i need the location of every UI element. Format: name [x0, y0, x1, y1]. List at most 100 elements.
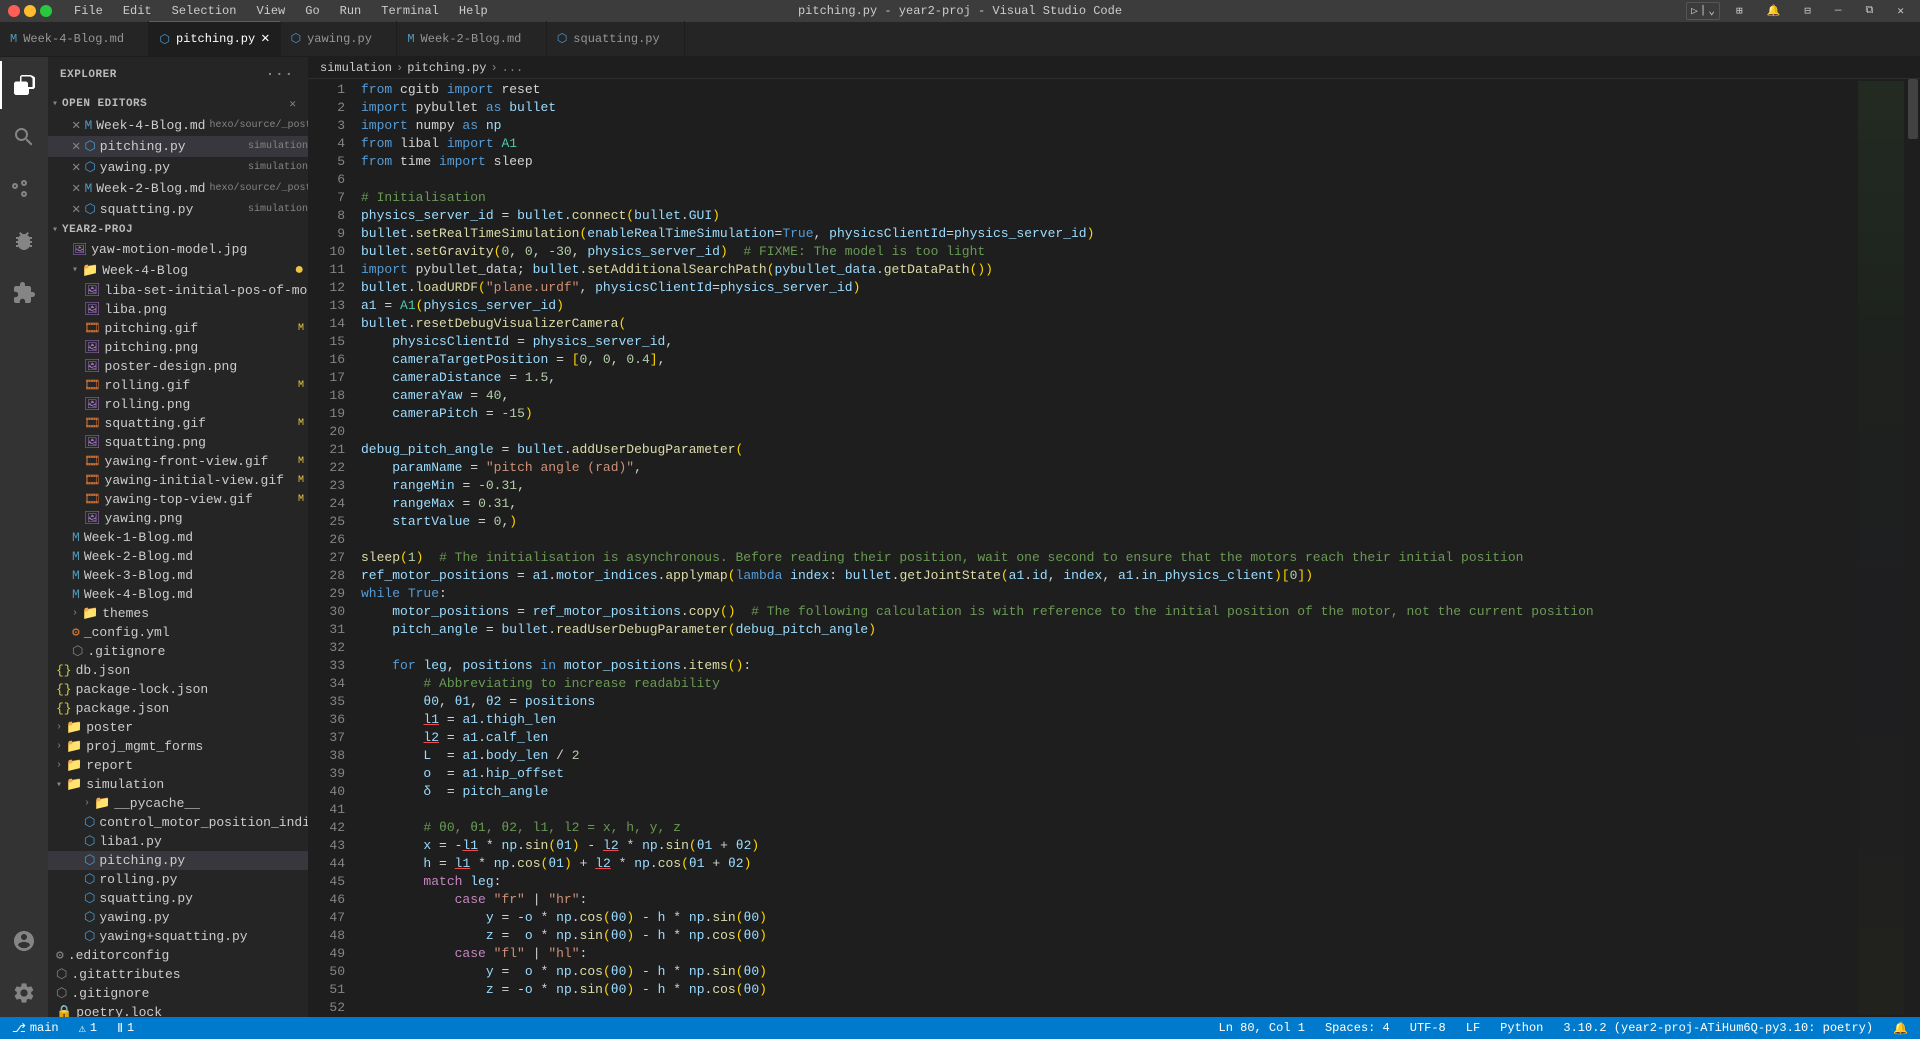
- menu-terminal[interactable]: Terminal: [375, 4, 445, 18]
- activity-search[interactable]: [0, 113, 48, 161]
- status-errors[interactable]: ⚠ 1: [75, 1021, 101, 1036]
- project-header[interactable]: YEAR2-PROJ: [48, 220, 308, 240]
- minimize-window-btn[interactable]: [24, 5, 36, 17]
- activity-debug[interactable]: [0, 217, 48, 265]
- breadcrumb-simulation[interactable]: simulation: [320, 61, 392, 75]
- folder-pycache[interactable]: 📁 __pycache__: [48, 794, 308, 813]
- close-icon-week4[interactable]: ✕: [72, 117, 80, 134]
- menu-file[interactable]: File: [68, 4, 109, 18]
- activity-settings[interactable]: [0, 969, 48, 1017]
- folder-report[interactable]: 📁 report: [48, 756, 308, 775]
- code-editor[interactable]: from cgitb import reset import pybullet …: [353, 79, 1856, 1017]
- folder-proj-mgmt[interactable]: 📁 proj_mgmt_forms: [48, 737, 308, 756]
- file-week4-blog-md[interactable]: M Week-4-Blog.md: [48, 585, 308, 604]
- status-warnings[interactable]: Ⅱ 1: [113, 1021, 138, 1036]
- file-gitignore-root[interactable]: ⬡ .gitignore: [48, 984, 308, 1003]
- file-poetry-lock[interactable]: 🔒 poetry.lock: [48, 1003, 308, 1017]
- file-squatting-png[interactable]: 🖼 squatting.png: [48, 433, 308, 452]
- file-liba-png[interactable]: 🖼 liba.png: [48, 300, 308, 319]
- menu-edit[interactable]: Edit: [117, 4, 158, 18]
- file-yawing-py[interactable]: ⬡ yawing.py: [48, 908, 308, 927]
- file-squatting-py[interactable]: ⬡ squatting.py: [48, 889, 308, 908]
- file-gitignore-hexo[interactable]: ⬡ .gitignore: [48, 642, 308, 661]
- file-week3-blog[interactable]: M Week-3-Blog.md: [48, 566, 308, 585]
- tab-squatting[interactable]: ⬡ squatting.py ✕: [547, 21, 685, 56]
- status-branch[interactable]: ⎇ main: [8, 1021, 63, 1036]
- folder-themes[interactable]: 📁 themes: [48, 604, 308, 623]
- breadcrumb-pitching[interactable]: pitching.py: [407, 61, 486, 75]
- tab-pitching[interactable]: ⬡ pitching.py ✕: [149, 21, 280, 56]
- file-yawing-png[interactable]: 🖼 yawing.png: [48, 509, 308, 528]
- close-btn[interactable]: ✕: [1889, 0, 1912, 22]
- open-editor-yawing[interactable]: ✕ ⬡ yawing.py simulation: [48, 157, 308, 178]
- open-editor-week4[interactable]: ✕ M Week-4-Blog.md hexo/source/_posts: [48, 115, 308, 136]
- file-yaw-model[interactable]: 🖼 yaw-motion-model.jpg: [48, 240, 308, 259]
- remote-indicator[interactable]: ⊞: [1728, 0, 1751, 22]
- file-editorconfig[interactable]: ⚙ .editorconfig: [48, 946, 308, 965]
- editor-scroll-thumb[interactable]: [1908, 79, 1918, 139]
- close-window-btn[interactable]: [8, 5, 20, 17]
- file-package-json[interactable]: {} package.json: [48, 699, 308, 718]
- close-icon-week2[interactable]: ✕: [72, 180, 80, 197]
- file-liba-set[interactable]: 🖼 liba-set-initial-pos-of-motors.png: [48, 281, 308, 300]
- activity-scm[interactable]: [0, 165, 48, 213]
- file-rolling-gif[interactable]: 🎞 rolling.gif M: [48, 376, 308, 395]
- menu-go[interactable]: Go: [299, 4, 325, 18]
- file-pitching-gif[interactable]: 🎞 pitching.gif M: [48, 319, 308, 338]
- file-week2-blog[interactable]: M Week-2-Blog.md: [48, 547, 308, 566]
- file-yawing-top-gif[interactable]: 🎞 yawing-top-view.gif M: [48, 490, 308, 509]
- close-all-editors-btn[interactable]: ✕: [289, 97, 296, 111]
- sidebar-more-btn[interactable]: ···: [264, 65, 296, 85]
- folder-week4-blog[interactable]: 📁 Week-4-Blog ●: [48, 259, 308, 281]
- file-poster-design[interactable]: 🖼 poster-design.png: [48, 357, 308, 376]
- open-editor-squatting[interactable]: ✕ ⬡ squatting.py simulation: [48, 199, 308, 220]
- status-interpreter[interactable]: 3.10.2 (year2-proj-ATiHum6Q-py3.10: poet…: [1559, 1021, 1877, 1035]
- status-cursor-pos[interactable]: Ln 80, Col 1: [1215, 1021, 1309, 1035]
- open-editor-pitching[interactable]: ✕ ⬡ pitching.py simulation: [48, 136, 308, 157]
- file-yawing-initial-gif[interactable]: 🎞 yawing-initial-view.gif M: [48, 471, 308, 490]
- file-db-json[interactable]: {} db.json: [48, 661, 308, 680]
- status-spaces[interactable]: Spaces: 4: [1321, 1021, 1394, 1035]
- status-encoding[interactable]: UTF-8: [1406, 1021, 1450, 1035]
- tab-week4blog[interactable]: M Week-4-Blog.md ✕: [0, 21, 149, 56]
- maximize-window-btn[interactable]: [40, 5, 52, 17]
- open-editors-header[interactable]: OPEN EDITORS ✕: [48, 93, 308, 115]
- folder-poster[interactable]: 📁 poster: [48, 718, 308, 737]
- activity-explorer[interactable]: [0, 61, 48, 109]
- run-button[interactable]: ▷ | ⌄: [1686, 2, 1720, 20]
- close-icon-squatting[interactable]: ✕: [72, 201, 80, 218]
- file-yawing-front-gif[interactable]: 🎞 yawing-front-view.gif M: [48, 452, 308, 471]
- activity-account[interactable]: [0, 917, 48, 965]
- editor-scrollbar[interactable]: [1906, 79, 1920, 1017]
- status-language[interactable]: Python: [1496, 1021, 1547, 1035]
- notifications-btn[interactable]: 🔔: [1759, 0, 1789, 22]
- file-gitattributes[interactable]: ⬡ .gitattributes: [48, 965, 308, 984]
- file-rolling-py[interactable]: ⬡ rolling.py: [48, 870, 308, 889]
- file-squatting-gif[interactable]: 🎞 squatting.gif M: [48, 414, 308, 433]
- file-pitching-py[interactable]: ⬡ pitching.py: [48, 851, 308, 870]
- status-eol[interactable]: LF: [1462, 1021, 1484, 1035]
- minimize-btn[interactable]: —: [1827, 0, 1850, 22]
- restore-btn[interactable]: ⧉: [1858, 0, 1882, 22]
- file-pitching-png[interactable]: 🖼 pitching.png: [48, 338, 308, 357]
- activity-extensions[interactable]: [0, 269, 48, 317]
- layout-btn[interactable]: ⊟: [1796, 0, 1819, 22]
- file-yawing-squatting[interactable]: ⬡ yawing+squatting.py: [48, 927, 308, 946]
- file-rolling-png[interactable]: 🖼 rolling.png: [48, 395, 308, 414]
- tab-yawing[interactable]: ⬡ yawing.py ✕: [281, 21, 398, 56]
- file-package-lock[interactable]: {} package-lock.json: [48, 680, 308, 699]
- menu-help[interactable]: Help: [453, 4, 494, 18]
- menu-view[interactable]: View: [250, 4, 291, 18]
- close-icon-pitching[interactable]: ✕: [72, 138, 80, 155]
- file-week1-blog[interactable]: M Week-1-Blog.md: [48, 528, 308, 547]
- file-liba1-py[interactable]: ⬡ liba1.py: [48, 832, 308, 851]
- menu-selection[interactable]: Selection: [166, 4, 243, 18]
- close-icon-yawing[interactable]: ✕: [72, 159, 80, 176]
- open-editor-week2[interactable]: ✕ M Week-2-Blog.md hexo/source/_posts: [48, 178, 308, 199]
- status-notifications[interactable]: 🔔: [1889, 1021, 1912, 1036]
- tab-close-pitching[interactable]: ✕: [261, 32, 269, 46]
- folder-simulation[interactable]: 📁 simulation: [48, 775, 308, 794]
- file-config-yml[interactable]: ⚙ _config.yml: [48, 623, 308, 642]
- file-control-motor[interactable]: ⬡ control_motor_position_individually.py: [48, 813, 308, 832]
- tab-week2blog[interactable]: M Week-2-Blog.md ✕: [397, 21, 546, 56]
